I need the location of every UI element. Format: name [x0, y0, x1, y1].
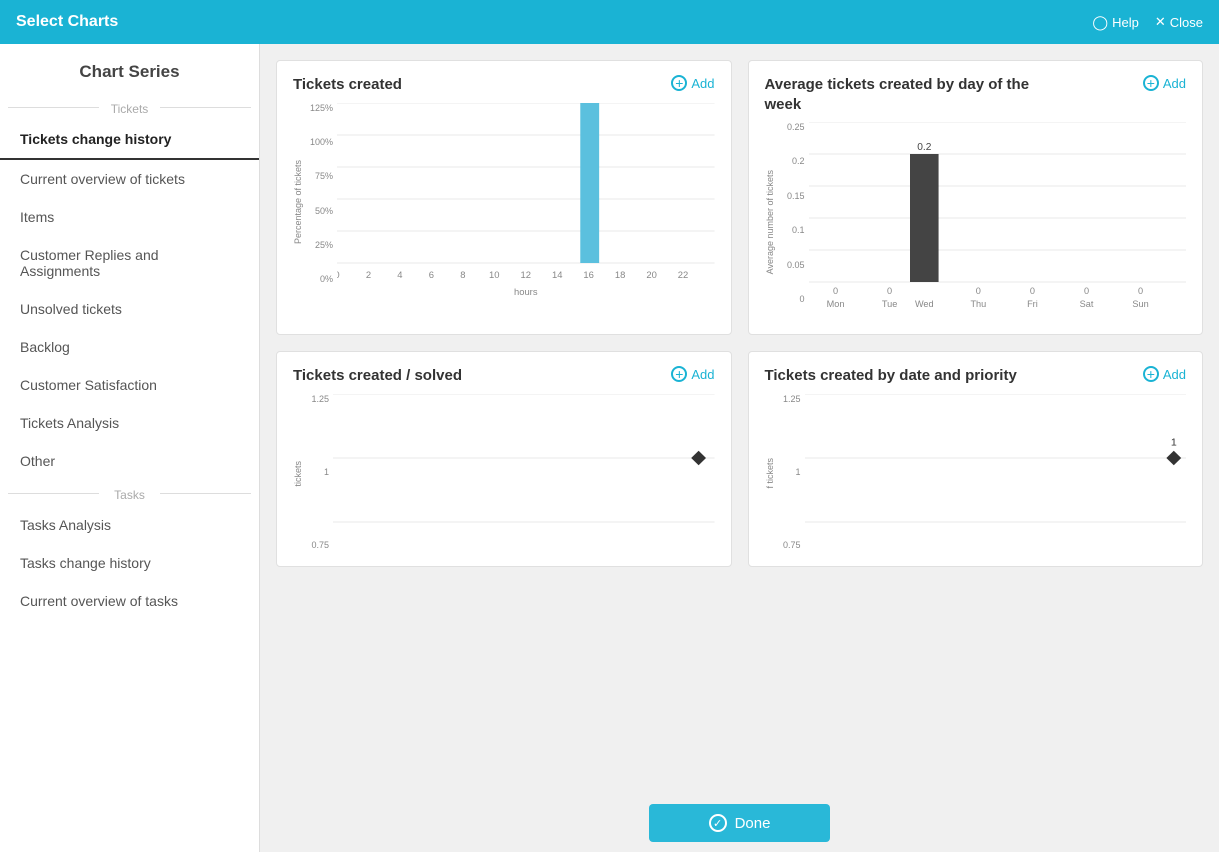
y-axis-4: 1.25 1 0.75	[777, 394, 805, 554]
section-label-tickets: Tickets	[0, 94, 259, 120]
sidebar-item-other[interactable]: Other	[0, 442, 259, 480]
sidebar-item-items[interactable]: Items	[0, 198, 259, 236]
svg-text:0.2: 0.2	[917, 142, 932, 153]
svg-text:8: 8	[460, 270, 465, 280]
chart-svg-2: 0 0 0.2 0 0 0 0 Mon Tue Wed Thu Fri Sat	[809, 122, 1187, 322]
sidebar-item-tasks-change-history[interactable]: Tasks change history	[0, 544, 259, 582]
svg-text:10: 10	[489, 270, 500, 280]
main-layout: Chart Series Tickets Tickets change hist…	[0, 44, 1219, 852]
add-icon-3: +	[671, 366, 687, 382]
y-axis-2: 0.25 0.2 0.15 0.1 0.05 0	[777, 122, 809, 322]
svg-text:22: 22	[678, 270, 689, 280]
chart-title-3: Tickets created / solved	[293, 366, 462, 386]
sidebar-item-customer-satisfaction[interactable]: Customer Satisfaction	[0, 366, 259, 404]
svg-text:1: 1	[1170, 437, 1176, 448]
chart-svg-1: 100% 0 2 4 6 8 10 12 14 16 18 20 22	[337, 103, 715, 303]
sidebar-item-unsolved[interactable]: Unsolved tickets	[0, 290, 259, 328]
chart-tickets-created: Tickets created + Add Percentage of tick…	[276, 60, 732, 335]
sidebar-title: Chart Series	[0, 44, 259, 94]
add-icon-2: +	[1143, 75, 1159, 91]
svg-text:18: 18	[615, 270, 626, 280]
chart-tickets-priority: Tickets created by date and priority + A…	[748, 351, 1204, 567]
close-button[interactable]: ✕ Close	[1155, 14, 1203, 30]
chart-title-2: Average tickets created by day of the we…	[765, 75, 1045, 114]
chart-title-4: Tickets created by date and priority	[765, 366, 1017, 386]
done-button-container: ✓ Done	[260, 802, 1219, 852]
chart-body-1: Percentage of tickets 125% 100% 75% 50% …	[293, 103, 715, 303]
svg-text:Wed: Wed	[914, 299, 933, 309]
svg-text:16: 16	[583, 270, 594, 280]
chart-plot-2: 0 0 0.2 0 0 0 0 Mon Tue Wed Thu Fri Sat	[809, 122, 1187, 322]
chart-body-3: tickets 1.25 1 0.75	[293, 394, 715, 554]
chart-tickets-solved: Tickets created / solved + Add tickets 1…	[276, 351, 732, 567]
svg-text:12: 12	[520, 270, 531, 280]
y-label-2: Average number of tickets	[765, 122, 775, 322]
chart-plot-1: 100% 0 2 4 6 8 10 12 14 16 18 20 22	[337, 103, 715, 303]
header-title: Select Charts	[16, 13, 118, 31]
add-icon-1: +	[671, 75, 687, 91]
add-button-1[interactable]: + Add	[671, 75, 714, 91]
svg-text:4: 4	[397, 270, 402, 280]
section-label-tasks: Tasks	[0, 480, 259, 506]
svg-text:0: 0	[887, 286, 892, 296]
y-axis-3: 1.25 1 0.75	[305, 394, 333, 554]
svg-text:Sat: Sat	[1079, 299, 1093, 309]
header: Select Charts ◯ Help ✕ Close	[0, 0, 1219, 44]
sidebar-item-tasks-analysis[interactable]: Tasks Analysis	[0, 506, 259, 544]
svg-text:Fri: Fri	[1027, 299, 1038, 309]
content-area: Tickets created + Add Percentage of tick…	[260, 44, 1219, 852]
add-button-2[interactable]: + Add	[1143, 75, 1186, 91]
y-axis-1: 125% 100% 75% 50% 25% 0%	[305, 103, 337, 303]
svg-text:0: 0	[832, 286, 837, 296]
header-actions: ◯ Help ✕ Close	[1092, 14, 1203, 31]
chart-body-2: Average number of tickets 0.25 0.2 0.15 …	[765, 122, 1187, 322]
done-button[interactable]: ✓ Done	[649, 804, 831, 842]
y-label-4: f tickets	[765, 394, 775, 554]
chart-header-1: Tickets created + Add	[293, 75, 715, 95]
chart-plot-4: 1	[805, 394, 1187, 554]
add-button-4[interactable]: + Add	[1143, 366, 1186, 382]
sidebar: Chart Series Tickets Tickets change hist…	[0, 44, 260, 852]
chart-title-1: Tickets created	[293, 75, 402, 95]
done-icon: ✓	[709, 814, 727, 832]
chart-header-4: Tickets created by date and priority + A…	[765, 366, 1187, 386]
help-icon: ◯	[1092, 14, 1108, 31]
svg-text:Mon: Mon	[826, 299, 844, 309]
sidebar-item-backlog[interactable]: Backlog	[0, 328, 259, 366]
svg-text:Sun: Sun	[1132, 299, 1148, 309]
svg-text:0: 0	[1083, 286, 1088, 296]
sidebar-item-current-overview[interactable]: Current overview of tickets	[0, 160, 259, 198]
y-label-3: tickets	[293, 394, 303, 554]
chart-avg-tickets-day: Average tickets created by day of the we…	[748, 60, 1204, 335]
y-label-1: Percentage of tickets	[293, 103, 303, 303]
svg-text:0: 0	[975, 286, 980, 296]
svg-text:Thu: Thu	[970, 299, 986, 309]
svg-text:Tue: Tue	[881, 299, 896, 309]
svg-text:14: 14	[552, 270, 563, 280]
chart-header-3: Tickets created / solved + Add	[293, 366, 715, 386]
svg-text:0: 0	[1029, 286, 1034, 296]
svg-text:20: 20	[646, 270, 657, 280]
help-button[interactable]: ◯ Help	[1092, 14, 1138, 31]
svg-text:0: 0	[1138, 286, 1143, 296]
sidebar-item-current-overview-tasks[interactable]: Current overview of tasks	[0, 582, 259, 620]
sidebar-item-tickets-analysis[interactable]: Tickets Analysis	[0, 404, 259, 442]
sidebar-item-tickets-change-history[interactable]: Tickets change history	[0, 120, 259, 160]
sidebar-item-customer-replies[interactable]: Customer Replies and Assignments	[0, 236, 259, 290]
chart-svg-4: 1	[805, 394, 1187, 554]
svg-text:0: 0	[337, 270, 340, 280]
chart-plot-3	[333, 394, 715, 554]
chart-svg-3	[333, 394, 715, 554]
chart-body-4: f tickets 1.25 1 0.75 1	[765, 394, 1187, 554]
close-icon: ✕	[1155, 14, 1166, 30]
svg-text:hours: hours	[514, 287, 538, 297]
svg-text:2: 2	[366, 270, 371, 280]
add-icon-4: +	[1143, 366, 1159, 382]
chart-header-2: Average tickets created by day of the we…	[765, 75, 1187, 114]
add-button-3[interactable]: + Add	[671, 366, 714, 382]
svg-text:6: 6	[429, 270, 434, 280]
